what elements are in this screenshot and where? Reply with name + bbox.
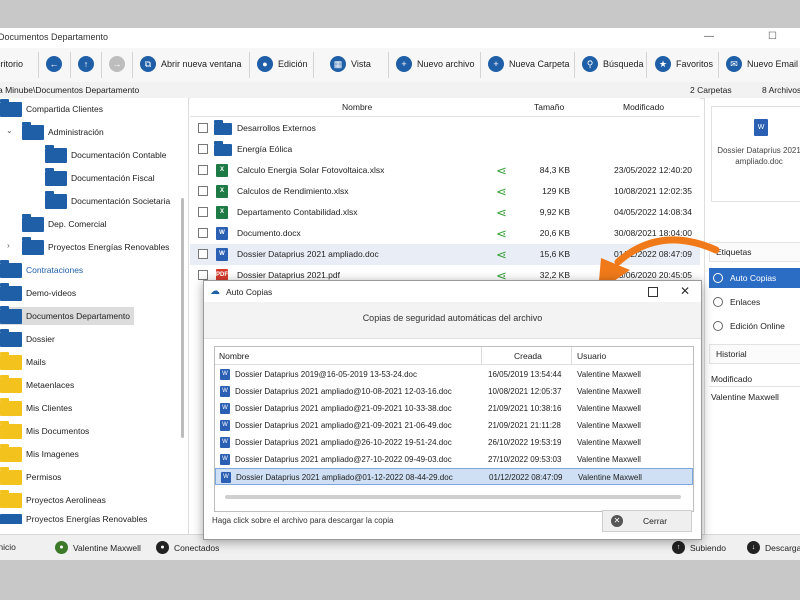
auto-copias-dialog: ☁ Auto Copias ✕ Copias de seguridad auto… (203, 280, 702, 540)
close-dialog-button[interactable]: ✕ Cerrar (602, 510, 692, 532)
dialog-title: Auto Copias (226, 287, 273, 297)
cloud-icon: ☁ (210, 286, 220, 297)
backup-row[interactable]: W Dossier Dataprius 2021 ampliado@26-10-… (215, 434, 693, 451)
word-file-icon: W (220, 437, 230, 448)
column-name[interactable]: Nombre (219, 351, 249, 361)
column-created[interactable]: Creada (514, 351, 542, 361)
word-file-icon: W (220, 403, 230, 414)
dialog-title-bar: ☁ Auto Copias ✕ (204, 281, 701, 302)
dialog-hint: Haga click sobre el archivo para descarg… (212, 516, 394, 525)
column-user[interactable]: Usuario (577, 351, 606, 361)
backup-row[interactable]: W Dossier Dataprius 2021 ampliado@27-10-… (215, 451, 693, 468)
backup-row[interactable]: W Dossier Dataprius 2019@16-05-2019 13-5… (215, 366, 693, 383)
word-file-icon: W (220, 369, 230, 380)
word-file-icon: W (221, 472, 231, 483)
backup-copies-table: Nombre Creada Usuario W Dossier Datapriu… (214, 346, 694, 512)
backup-row-selected[interactable]: W Dossier Dataprius 2021 ampliado@01-12-… (215, 468, 693, 485)
word-file-icon: W (220, 420, 230, 431)
dialog-header: Copias de seguridad automáticas del arch… (204, 302, 701, 339)
horizontal-scrollbar[interactable] (225, 495, 681, 499)
dialog-close-button[interactable]: ✕ (680, 284, 690, 298)
backup-table-header: Nombre Creada Usuario (215, 347, 693, 365)
backup-row[interactable]: W Dossier Dataprius 2021 ampliado@21-09-… (215, 417, 693, 434)
word-file-icon: W (220, 386, 230, 397)
backup-row[interactable]: W Dossier Dataprius 2021 ampliado@21-09-… (215, 400, 693, 417)
backup-row[interactable]: W Dossier Dataprius 2021 ampliado@10-08-… (215, 383, 693, 400)
close-icon: ✕ (611, 515, 623, 527)
word-file-icon: W (220, 454, 230, 465)
dialog-maximize-button[interactable] (648, 287, 658, 297)
